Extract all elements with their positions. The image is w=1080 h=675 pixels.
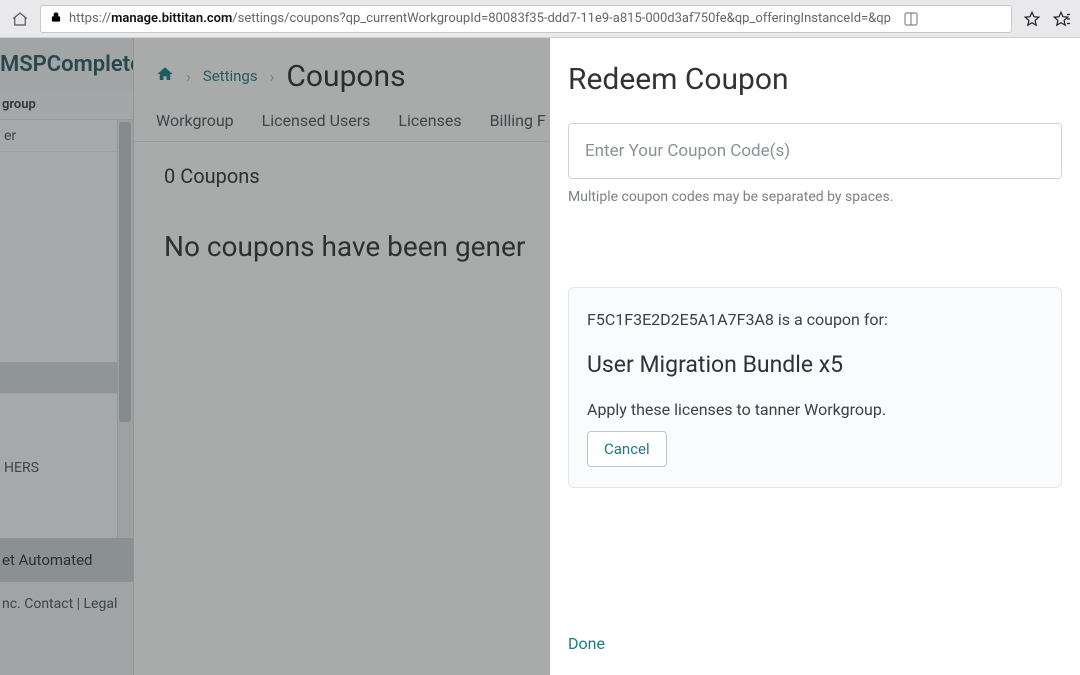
favorites-list-icon[interactable] xyxy=(1052,5,1074,33)
url-protocol: https:// xyxy=(69,11,111,26)
reader-mode-icon[interactable] xyxy=(897,5,925,33)
coupon-hint-text: Multiple coupon codes may be separated b… xyxy=(568,189,1062,205)
lock-icon xyxy=(49,10,63,28)
done-link[interactable]: Done xyxy=(568,634,605,653)
coupon-code-input[interactable] xyxy=(568,123,1062,179)
cancel-button[interactable]: Cancel xyxy=(587,431,667,467)
panel-title: Redeem Coupon xyxy=(568,62,1062,97)
favorite-star-icon[interactable] xyxy=(1018,5,1046,33)
browser-chrome: https:// manage.bittitan.com /settings/c… xyxy=(0,0,1080,38)
coupon-code-line: F5C1F3E2D2E5A1A7F3A8 is a coupon for: xyxy=(587,310,1043,329)
app-root: MSPComplete group er HERS et Automated n… xyxy=(0,38,1080,675)
redeem-coupon-panel: Redeem Coupon Multiple coupon codes may … xyxy=(550,38,1080,675)
url-domain: manage.bittitan.com xyxy=(111,11,232,26)
home-icon[interactable] xyxy=(6,5,34,33)
url-bar[interactable]: https:// manage.bittitan.com /settings/c… xyxy=(40,5,1012,33)
coupon-result-card: F5C1F3E2D2E5A1A7F3A8 is a coupon for: Us… xyxy=(568,287,1062,488)
coupon-product-name: User Migration Bundle x5 xyxy=(587,351,1043,378)
url-path: /settings/coupons?qp_currentWorkgroupId=… xyxy=(232,11,891,26)
coupon-apply-text: Apply these licenses to tanner Workgroup… xyxy=(587,400,1043,419)
